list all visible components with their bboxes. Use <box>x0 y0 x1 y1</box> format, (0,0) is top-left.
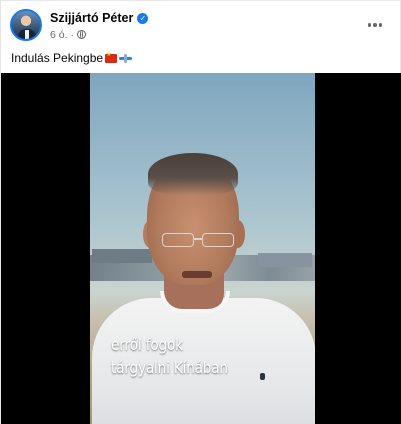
china-flag-icon <box>105 51 118 63</box>
more-dot-icon <box>378 23 383 27</box>
post-header: Szijjártó Péter ✓ 6 ó. · <box>10 9 393 45</box>
verified-badge-icon: ✓ <box>137 12 149 24</box>
more-options-button[interactable] <box>363 13 387 37</box>
meta-separator: · <box>70 28 75 41</box>
author-name-row: Szijjártó Péter ✓ <box>50 10 149 26</box>
video-player[interactable]: erről fogok tárgyalni Kínában <box>1 73 401 424</box>
more-dot-icon <box>367 23 372 27</box>
more-dot-icon <box>373 23 377 27</box>
caption-text: Indulás Pekingbe <box>11 51 104 65</box>
facebook-post: Szijjártó Péter ✓ 6 ó. · Indulás Pekingb… <box>0 0 401 424</box>
post-timestamp[interactable]: 6 ó. <box>50 29 68 41</box>
post-meta: 6 ó. · <box>50 28 87 41</box>
video-subtitle-line-1: erről fogok <box>111 335 183 354</box>
person-mouth <box>182 271 212 278</box>
shirt-collar <box>160 291 230 313</box>
glasses-lens <box>162 233 194 247</box>
airplane-icon <box>119 53 133 63</box>
video-subtitle-line-2: tárgyalni Kínában <box>111 358 228 377</box>
person-hair <box>148 153 238 195</box>
glasses-lens <box>202 233 234 247</box>
distant-building <box>258 253 312 267</box>
avatar-shirt <box>25 30 29 39</box>
author-avatar[interactable] <box>10 9 42 41</box>
post-caption: Indulás Pekingbe <box>11 51 133 65</box>
author-name[interactable]: Szijjártó Péter <box>50 11 133 25</box>
globe-icon <box>77 30 87 39</box>
glasses <box>160 233 240 251</box>
distant-building <box>92 249 152 263</box>
